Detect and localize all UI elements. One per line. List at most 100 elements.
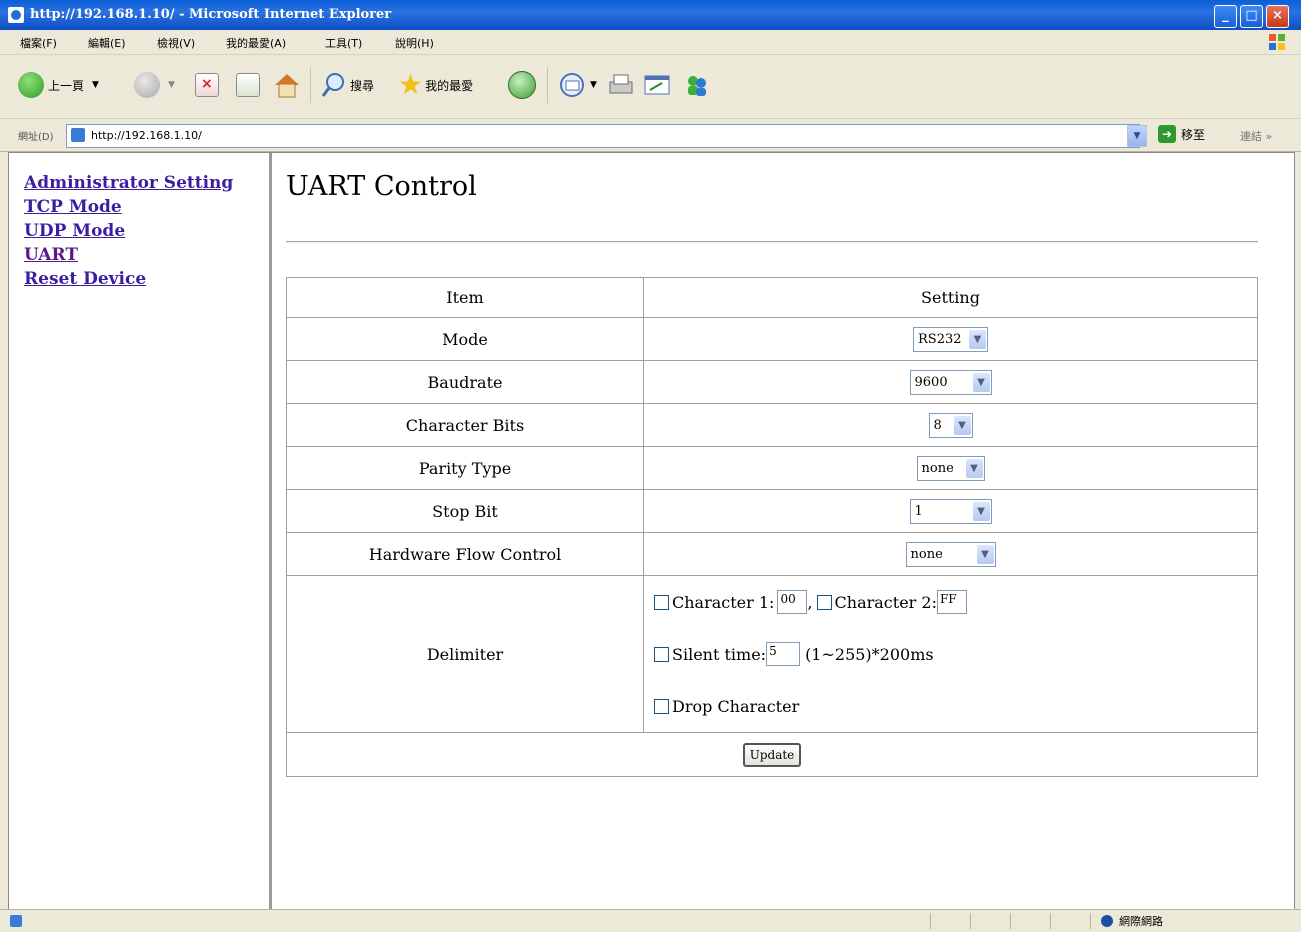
chevron-down-icon: ▼ <box>972 501 990 521</box>
maximize-button[interactable]: □ <box>1240 5 1263 28</box>
search-button[interactable]: 搜尋 <box>320 69 374 101</box>
stop-bit-value: 1 <box>914 503 923 519</box>
nav-reset-device[interactable]: Reset Device <box>24 267 233 291</box>
silent-time-input[interactable]: 5 <box>766 642 801 666</box>
history-button[interactable] <box>508 69 536 101</box>
menu-edit[interactable]: 編輯(E) <box>88 35 126 51</box>
history-icon <box>508 71 536 99</box>
character2-checkbox[interactable] <box>816 594 832 610</box>
stop-icon: × <box>195 73 219 97</box>
links-button[interactable]: 連結 » <box>1240 128 1272 144</box>
chevron-down-icon: ▼ <box>168 80 175 90</box>
silent-time-row: Silent time: 5 (1~255)*200ms <box>654 628 1257 680</box>
favorites-label: 我的最愛 <box>425 78 474 93</box>
home-icon <box>275 74 299 98</box>
page-done-icon <box>10 915 22 927</box>
character2-label: Character 2: <box>834 592 937 612</box>
silent-time-checkbox[interactable] <box>654 646 669 662</box>
silent-time-unit: (1~255)*200ms <box>805 644 934 664</box>
header-setting: Setting <box>643 277 1258 318</box>
minimize-button[interactable]: _ <box>1214 5 1237 28</box>
header-item: Item <box>286 277 644 318</box>
close-button[interactable]: × <box>1266 5 1289 28</box>
character2-input[interactable]: FF <box>936 590 967 614</box>
print-button[interactable] <box>606 69 636 101</box>
nav-udp-mode[interactable]: UDP Mode <box>24 219 233 243</box>
baudrate-select[interactable]: 9600 ▼ <box>909 369 992 395</box>
chevron-down-icon: ▼ <box>969 329 986 349</box>
chevron-down-icon: ▼ <box>972 372 990 392</box>
update-button[interactable]: Update <box>742 742 802 767</box>
page-content: Administrator Setting TCP Mode UDP Mode … <box>8 152 1295 910</box>
drop-character-checkbox[interactable] <box>654 698 669 714</box>
baudrate-value: 9600 <box>914 374 948 390</box>
parity-type-select[interactable]: none ▼ <box>916 455 985 481</box>
nav-uart[interactable]: UART <box>24 243 233 267</box>
silent-time-label: Silent time: <box>672 644 767 664</box>
stop-button[interactable]: × <box>195 69 219 101</box>
character-bits-value: 8 <box>933 417 942 433</box>
go-arrow-icon: ➜ <box>1158 125 1176 143</box>
menu-file[interactable]: 檔案(F) <box>20 35 57 51</box>
toolbar: 上一頁 ▼ ▼ × 搜尋 ★ 我的最愛 ▼ <box>0 55 1301 119</box>
go-button[interactable]: ➜ 移至 <box>1158 125 1205 143</box>
back-arrow-icon <box>18 72 44 98</box>
menu-help[interactable]: 說明(H) <box>395 35 434 51</box>
mode-value: RS232 <box>918 331 962 347</box>
go-label: 移至 <box>1181 127 1206 142</box>
menu-bar: 檔案(F) 編輯(E) 檢視(V) 我的最愛(A) 工具(T) 說明(H) <box>0 30 1301 55</box>
edit-button[interactable] <box>642 69 672 101</box>
windows-logo-icon <box>1269 34 1285 50</box>
character1-checkbox[interactable] <box>654 594 669 610</box>
address-label: 網址(D) <box>18 132 54 143</box>
title-bar: http://192.168.1.10/ - Microsoft Interne… <box>0 0 1301 30</box>
chevron-down-icon: ▼ <box>92 80 99 90</box>
mail-button[interactable]: ▼ <box>558 69 597 101</box>
forward-button[interactable]: ▼ <box>134 69 175 101</box>
page-title: UART Control <box>286 171 477 202</box>
chevron-down-icon: ▼ <box>976 544 994 564</box>
character1-input[interactable]: 00 <box>777 590 808 614</box>
favorites-button[interactable]: ★ 我的最愛 <box>398 69 473 101</box>
divider <box>286 241 1258 243</box>
parity-type-label: Parity Type <box>286 446 644 490</box>
security-zone: 網際網路 <box>1090 913 1301 929</box>
delimiter-label: Delimiter <box>286 575 644 733</box>
refresh-button[interactable] <box>236 69 260 101</box>
star-icon: ★ <box>398 68 424 101</box>
hardware-flow-control-select[interactable]: none ▼ <box>905 541 996 567</box>
page-icon <box>71 128 85 142</box>
print-icon <box>609 74 633 94</box>
mode-select[interactable]: RS232 ▼ <box>913 326 988 352</box>
globe-icon <box>1101 915 1113 927</box>
messenger-button[interactable] <box>682 69 712 101</box>
chevron-down-icon: ▼ <box>953 415 971 435</box>
chevron-down-icon: ▼ <box>965 458 983 478</box>
uart-settings-table: Item Setting Mode RS232 ▼ Baudrate 9600 ▼ … <box>286 277 1258 777</box>
home-button[interactable] <box>272 69 302 101</box>
delimiter-characters-row: Character 1: 00 , Character 2: FF <box>654 576 1257 628</box>
back-button[interactable]: 上一頁 ▼ <box>18 69 99 101</box>
hardware-flow-control-value: none <box>910 546 943 562</box>
drop-character-label: Drop Character <box>672 696 800 716</box>
character1-label: Character 1: <box>672 592 775 612</box>
hardware-flow-control-label: Hardware Flow Control <box>286 532 644 576</box>
address-dropdown-icon[interactable]: ▼ <box>1127 125 1147 147</box>
stop-bit-select[interactable]: 1 ▼ <box>909 498 992 524</box>
character-bits-label: Character Bits <box>286 403 644 447</box>
nav-tcp-mode[interactable]: TCP Mode <box>24 195 233 219</box>
menu-tools[interactable]: 工具(T) <box>325 35 362 51</box>
comma-separator: , <box>807 592 813 612</box>
character-bits-select[interactable]: 8 ▼ <box>928 412 973 438</box>
menu-favorites[interactable]: 我的最愛(A) <box>226 35 286 51</box>
back-label: 上一頁 <box>48 78 85 93</box>
zone-label: 網際網路 <box>1119 915 1163 928</box>
mode-label: Mode <box>286 317 644 361</box>
address-input[interactable]: http://192.168.1.10/ <box>66 124 1140 148</box>
main-panel: UART Control Item Setting Mode RS232 ▼ Ba… <box>272 153 1294 909</box>
parity-type-value: none <box>921 460 954 476</box>
menu-view[interactable]: 檢視(V) <box>157 35 195 51</box>
side-nav: Administrator Setting TCP Mode UDP Mode … <box>9 153 272 909</box>
baudrate-label: Baudrate <box>286 360 644 404</box>
nav-administrator-setting[interactable]: Administrator Setting <box>24 171 233 195</box>
